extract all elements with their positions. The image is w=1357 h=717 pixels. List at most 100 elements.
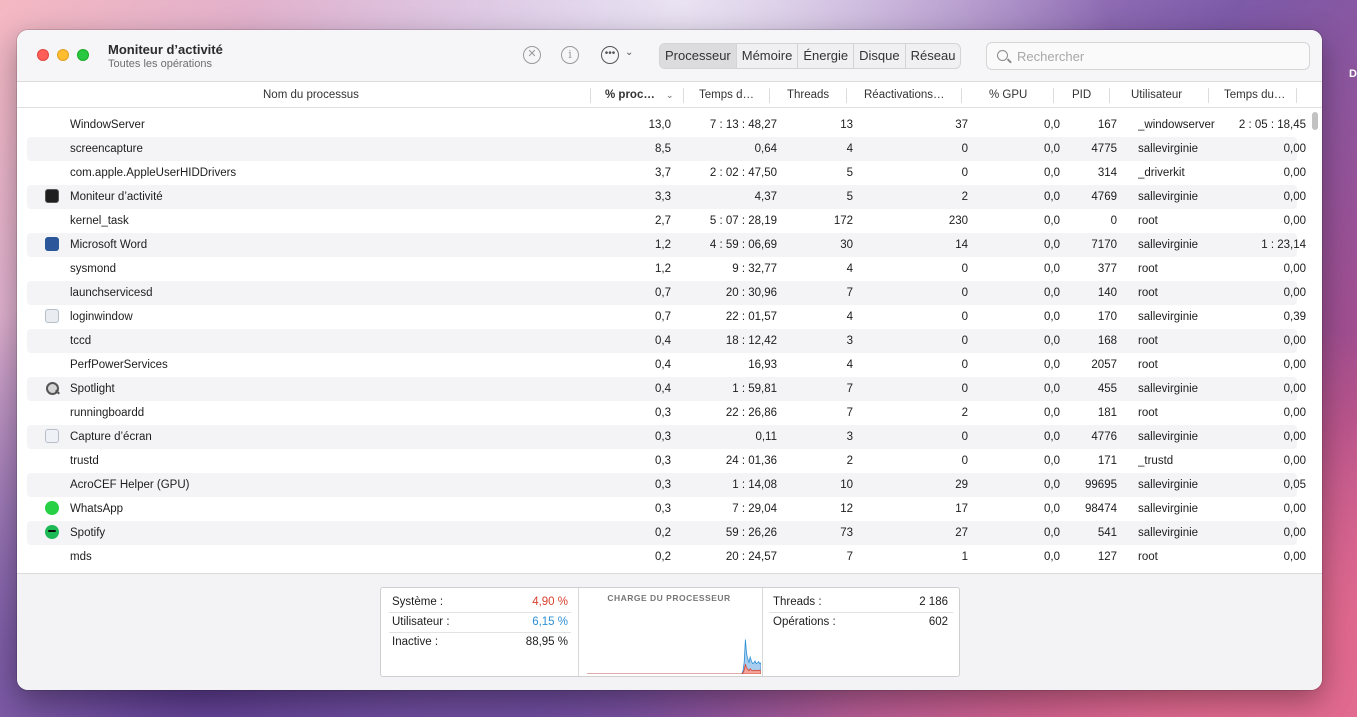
tab-reseau[interactable]: Réseau — [906, 44, 961, 68]
table-row[interactable]: Spotlight 0,4 1 : 59,81 7 0 0,0 455 sallevirgin… — [27, 377, 1306, 401]
table-row[interactable]: runningboardd 0,3 22 : 26,86 7 2 0,0 181 root 0,… — [27, 401, 1306, 425]
cell-threads: 3 — [846, 335, 853, 347]
cell-threads: 4 — [846, 143, 853, 155]
search-field[interactable] — [986, 42, 1310, 70]
column-header-pid[interactable]: PID — [1072, 83, 1091, 108]
column-divider[interactable] — [590, 88, 591, 103]
cell-wakeups: 37 — [955, 119, 968, 131]
cell-cpu: 0,3 — [655, 455, 671, 467]
cell-wakeups: 0 — [961, 287, 968, 299]
cell-name: loginwindow — [70, 311, 133, 323]
cell-cpu: 1,2 — [655, 263, 671, 275]
cpu-summary-panel: Système : 4,90 % Utilisateur : 6,15 % In… — [380, 587, 960, 677]
column-header-user[interactable]: Utilisateur — [1131, 83, 1182, 108]
cell-pid: 4769 — [1091, 191, 1117, 203]
column-header-cpu-time[interactable]: Temps d… — [699, 83, 754, 108]
column-divider[interactable] — [769, 88, 770, 103]
cell-wakeups: 0 — [961, 431, 968, 443]
cell-cpu: 0,7 — [655, 287, 671, 299]
table-row[interactable]: screencapture 8,5 0,64 4 0 0,0 4775 sallevirgin… — [27, 137, 1306, 161]
minimize-window-button[interactable] — [57, 49, 69, 61]
table-row[interactable]: Microsoft Word 1,2 4 : 59 : 06,69 30 14 0,0 71… — [27, 233, 1306, 257]
cell-gpu: 0,0 — [1044, 407, 1060, 419]
column-divider[interactable] — [846, 88, 847, 103]
spotlight-icon — [45, 381, 59, 395]
table-row[interactable]: WindowServer 13,0 7 : 13 : 48,27 13 37 0,0 167… — [27, 113, 1306, 137]
table-row[interactable]: launchservicesd 0,7 20 : 30,96 7 0 0,0 140 root… — [27, 281, 1306, 305]
cell-name: Moniteur d’activité — [70, 191, 163, 203]
cell-time: 18 : 12,42 — [725, 335, 777, 347]
table-row[interactable]: Moniteur d’activité 3,3 4,37 5 2 0,0 4769 salle… — [27, 185, 1306, 209]
column-header-cpu[interactable]: % proc… — [605, 83, 655, 108]
whatsapp-icon — [45, 501, 59, 515]
cell-name: PerfPowerServices — [70, 359, 168, 371]
table-row[interactable]: com.apple.AppleUserHIDDrivers 3,7 2 : 02 :… — [27, 161, 1306, 185]
column-divider[interactable] — [1053, 88, 1054, 103]
table-row[interactable]: kernel_task 2,7 5 : 07 : 28,19 172 230 0,0 0 ro… — [27, 209, 1306, 233]
table-row[interactable]: trustd 0,3 24 : 01,36 2 0 0,0 171 _trustd 0,00 — [27, 449, 1306, 473]
column-divider[interactable] — [683, 88, 684, 103]
cell-time: 4 : 59 : 06,69 — [709, 239, 777, 251]
search-input[interactable] — [1017, 43, 1297, 69]
table-row[interactable]: tccd 0,4 18 : 12,42 3 0 0,0 168 root 0,00 — [27, 329, 1306, 353]
window-subtitle[interactable]: Toutes les opérations — [108, 58, 212, 70]
cell-pid: 7170 — [1091, 239, 1117, 251]
tab-processeur[interactable]: Processeur — [660, 44, 737, 68]
cell-gpu: 0,0 — [1044, 311, 1060, 323]
column-divider[interactable] — [961, 88, 962, 103]
cell-time: 5 : 07 : 28,19 — [709, 215, 777, 227]
cell-threads: 73 — [840, 527, 853, 539]
column-header-gpu-time[interactable]: Temps du… — [1224, 83, 1299, 108]
window-title: Moniteur d’activité — [108, 42, 223, 57]
cell-gpu: 0,0 — [1044, 263, 1060, 275]
column-header-gpu[interactable]: % GPU — [989, 83, 1027, 108]
cell-cpu: 0,4 — [655, 335, 671, 347]
cell-user: sallevirginie — [1138, 431, 1199, 443]
cell-cpu: 0,4 — [655, 383, 671, 395]
cell-gputime: 0,39 — [1283, 311, 1306, 323]
cell-gpu: 0,0 — [1044, 167, 1060, 179]
column-divider[interactable] — [1109, 88, 1110, 103]
tab-disque[interactable]: Disque — [854, 44, 906, 68]
table-row[interactable]: PerfPowerServices 0,4 16,93 4 0 0,0 2057 root 0,… — [27, 353, 1306, 377]
tab-memoire[interactable]: Mémoire — [737, 44, 799, 68]
table-row[interactable]: Spotify 0,2 59 : 26,26 73 27 0,0 541 sallevirgi… — [27, 521, 1306, 545]
cell-pid: 167 — [1097, 119, 1117, 131]
cell-gpu: 0,0 — [1044, 239, 1060, 251]
close-window-button[interactable] — [37, 49, 49, 61]
column-header-threads[interactable]: Threads — [787, 83, 829, 108]
cell-user: root — [1138, 263, 1158, 275]
vertical-scrollbar[interactable] — [1309, 110, 1319, 575]
table-row[interactable]: sysmond 1,2 9 : 32,77 4 0 0,0 377 root 0,00 — [27, 257, 1306, 281]
cell-gputime: 1 : 23,14 — [1261, 239, 1306, 251]
table-row[interactable]: mds 0,2 20 : 24,57 7 1 0,0 127 root 0,00 — [27, 545, 1306, 569]
column-divider[interactable] — [1296, 88, 1297, 103]
zoom-window-button[interactable] — [77, 49, 89, 61]
column-header-wakeups[interactable]: Réactivations… — [864, 83, 945, 108]
cell-wakeups: 27 — [955, 527, 968, 539]
scrollbar-thumb[interactable] — [1312, 112, 1318, 130]
user-load-area — [587, 639, 761, 674]
more-actions-button[interactable]: ••• — [601, 46, 619, 64]
table-row[interactable]: loginwindow 0,7 22 : 01,57 4 0 0,0 170 sallevir… — [27, 305, 1306, 329]
user-label: Utilisateur : — [392, 616, 450, 628]
tab-energie[interactable]: Énergie — [798, 44, 855, 68]
stop-process-button[interactable]: ✕ — [523, 46, 541, 64]
cell-wakeups: 0 — [961, 455, 968, 467]
x-circle-icon: ✕ — [527, 48, 537, 60]
cell-gputime: 0,00 — [1283, 455, 1306, 467]
cell-gputime: 0,00 — [1283, 215, 1306, 227]
cell-user: sallevirginie — [1138, 143, 1199, 155]
cell-user: root — [1138, 335, 1158, 347]
cell-gputime: 0,00 — [1283, 263, 1306, 275]
cell-cpu: 2,7 — [655, 215, 671, 227]
cell-user: sallevirginie — [1138, 527, 1199, 539]
column-header-name[interactable]: Nom du processus — [263, 83, 359, 108]
chevron-down-icon[interactable]: ⌄ — [625, 47, 633, 58]
table-row[interactable]: Capture d’écran 0,3 0,11 3 0 0,0 4776 sallevirg… — [27, 425, 1306, 449]
column-divider[interactable] — [1208, 88, 1209, 103]
cell-gpu: 0,0 — [1044, 551, 1060, 563]
table-row[interactable]: AcroCEF Helper (GPU) 0,3 1 : 14,08 10 29 0,0 9… — [27, 473, 1306, 497]
inspect-process-button[interactable]: i — [561, 46, 579, 64]
table-row[interactable]: WhatsApp 0,3 7 : 29,04 12 17 0,0 98474 sallevir… — [27, 497, 1306, 521]
